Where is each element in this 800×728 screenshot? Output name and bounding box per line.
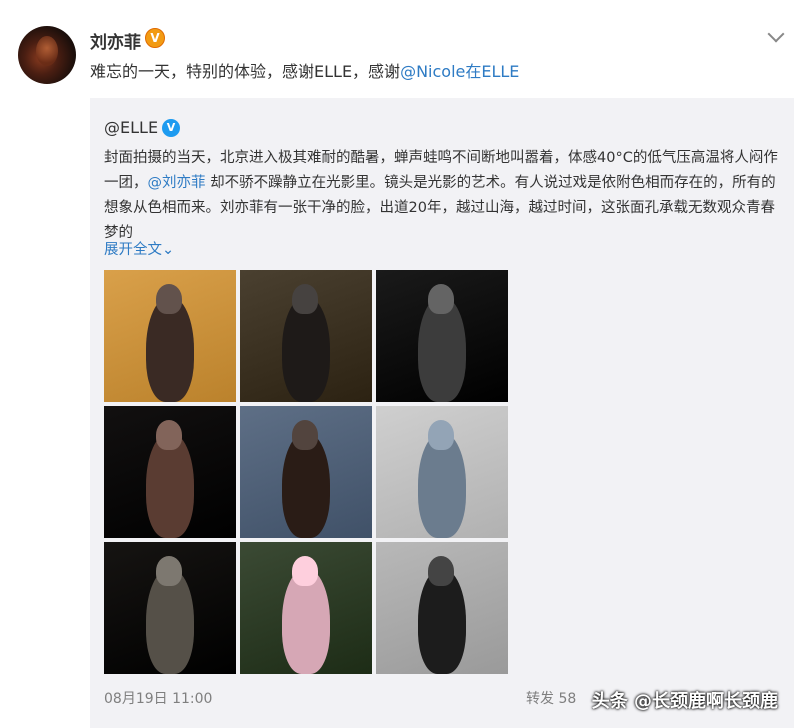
expand-label: 展开全文: [104, 242, 162, 258]
post-timestamp[interactable]: 08月19日 11:00: [104, 688, 212, 708]
post-mention-link[interactable]: @Nicole在ELLE: [400, 62, 519, 81]
avatar[interactable]: [18, 26, 76, 84]
repost-count[interactable]: 转发 58: [526, 688, 576, 708]
watermark: 头条 @长颈鹿啊长颈鹿: [591, 691, 778, 712]
photo-subject-head: [292, 284, 318, 314]
chevron-down-icon[interactable]: [767, 25, 785, 43]
photo-subject-head: [292, 556, 318, 586]
repost-label: 转发: [526, 691, 554, 707]
repost-body-text-2: 却不骄不躁静立在光影里。镜头是光影的艺术。有人说过戏是依附色相而存在的，所有的想…: [104, 175, 776, 241]
repost-number: 58: [558, 691, 577, 707]
photo-subject-head: [428, 420, 454, 450]
expand-full-text-link[interactable]: 展开全文⌄: [104, 238, 174, 259]
verified-badge-icon: V: [145, 28, 165, 48]
post-text: 难忘的一天，特别的体验，感谢ELLE，感谢@Nicole在ELLE: [90, 58, 519, 82]
repost-mention-link[interactable]: @刘亦菲: [148, 175, 206, 191]
photo-subject-head: [156, 284, 182, 314]
post-author-name[interactable]: 刘亦菲: [90, 28, 141, 53]
photo-2[interactable]: [240, 270, 372, 402]
repost-card: @ELLE V 封面拍摄的当天，北京进入极其难耐的酷暑，蝉声蛙鸣不间断地叫嚣着，…: [90, 98, 794, 728]
chevron-down-icon: ⌄: [162, 242, 175, 258]
photo-7[interactable]: [104, 542, 236, 674]
photo-subject-head: [156, 420, 182, 450]
photo-8[interactable]: [240, 542, 372, 674]
photo-4[interactable]: [104, 406, 236, 538]
photo-subject-head: [428, 284, 454, 314]
repost-body: 封面拍摄的当天，北京进入极其难耐的酷暑，蝉声蛙鸣不间断地叫嚣着，体感40°C的低…: [104, 146, 780, 246]
blue-verified-icon: V: [162, 119, 180, 137]
photo-1[interactable]: [104, 270, 236, 402]
photo-6[interactable]: [376, 406, 508, 538]
photo-9[interactable]: [376, 542, 508, 674]
post-text-content: 难忘的一天，特别的体验，感谢ELLE，感谢: [90, 62, 401, 81]
photo-5[interactable]: [240, 406, 372, 538]
photo-subject-head: [156, 556, 182, 586]
repost-author-name[interactable]: @ELLE: [104, 118, 158, 137]
photo-subject-head: [292, 420, 318, 450]
photo-3[interactable]: [376, 270, 508, 402]
photo-subject-head: [428, 556, 454, 586]
